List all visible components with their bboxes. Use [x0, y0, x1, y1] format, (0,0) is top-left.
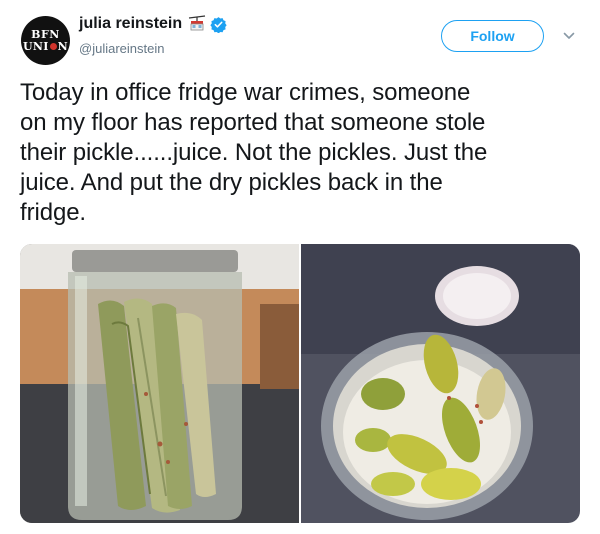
avatar[interactable]: BFN UNI N	[21, 16, 70, 65]
avatar-text-bottom-right: N	[57, 40, 69, 53]
tweet-card: BFN UNI N julia reinstein @juliareinstein…	[0, 0, 600, 534]
author-name-row: julia reinstein	[79, 14, 227, 34]
display-name[interactable]: julia reinstein	[79, 15, 182, 33]
user-handle[interactable]: @juliareinstein	[79, 41, 164, 56]
follow-button[interactable]: Follow	[441, 20, 544, 52]
avatar-dot	[49, 43, 57, 50]
avatar-text-bottom-left: UNI	[22, 40, 49, 53]
pickle-jar-top-image	[301, 244, 580, 523]
aerial-tramway-icon	[188, 15, 206, 33]
avatar-text-top: BFN	[31, 28, 60, 41]
photo-pickle-jar-side[interactable]	[20, 244, 299, 523]
pickle-jar-side-image	[20, 244, 299, 523]
tweet-text: Today in office fridge war crimes, someo…	[20, 79, 488, 226]
avatar-text-bottom: UNI N	[23, 41, 68, 52]
chevron-down-icon[interactable]	[563, 31, 575, 41]
verified-badge-icon	[210, 16, 227, 33]
photo-pickle-jar-top[interactable]	[301, 244, 580, 523]
